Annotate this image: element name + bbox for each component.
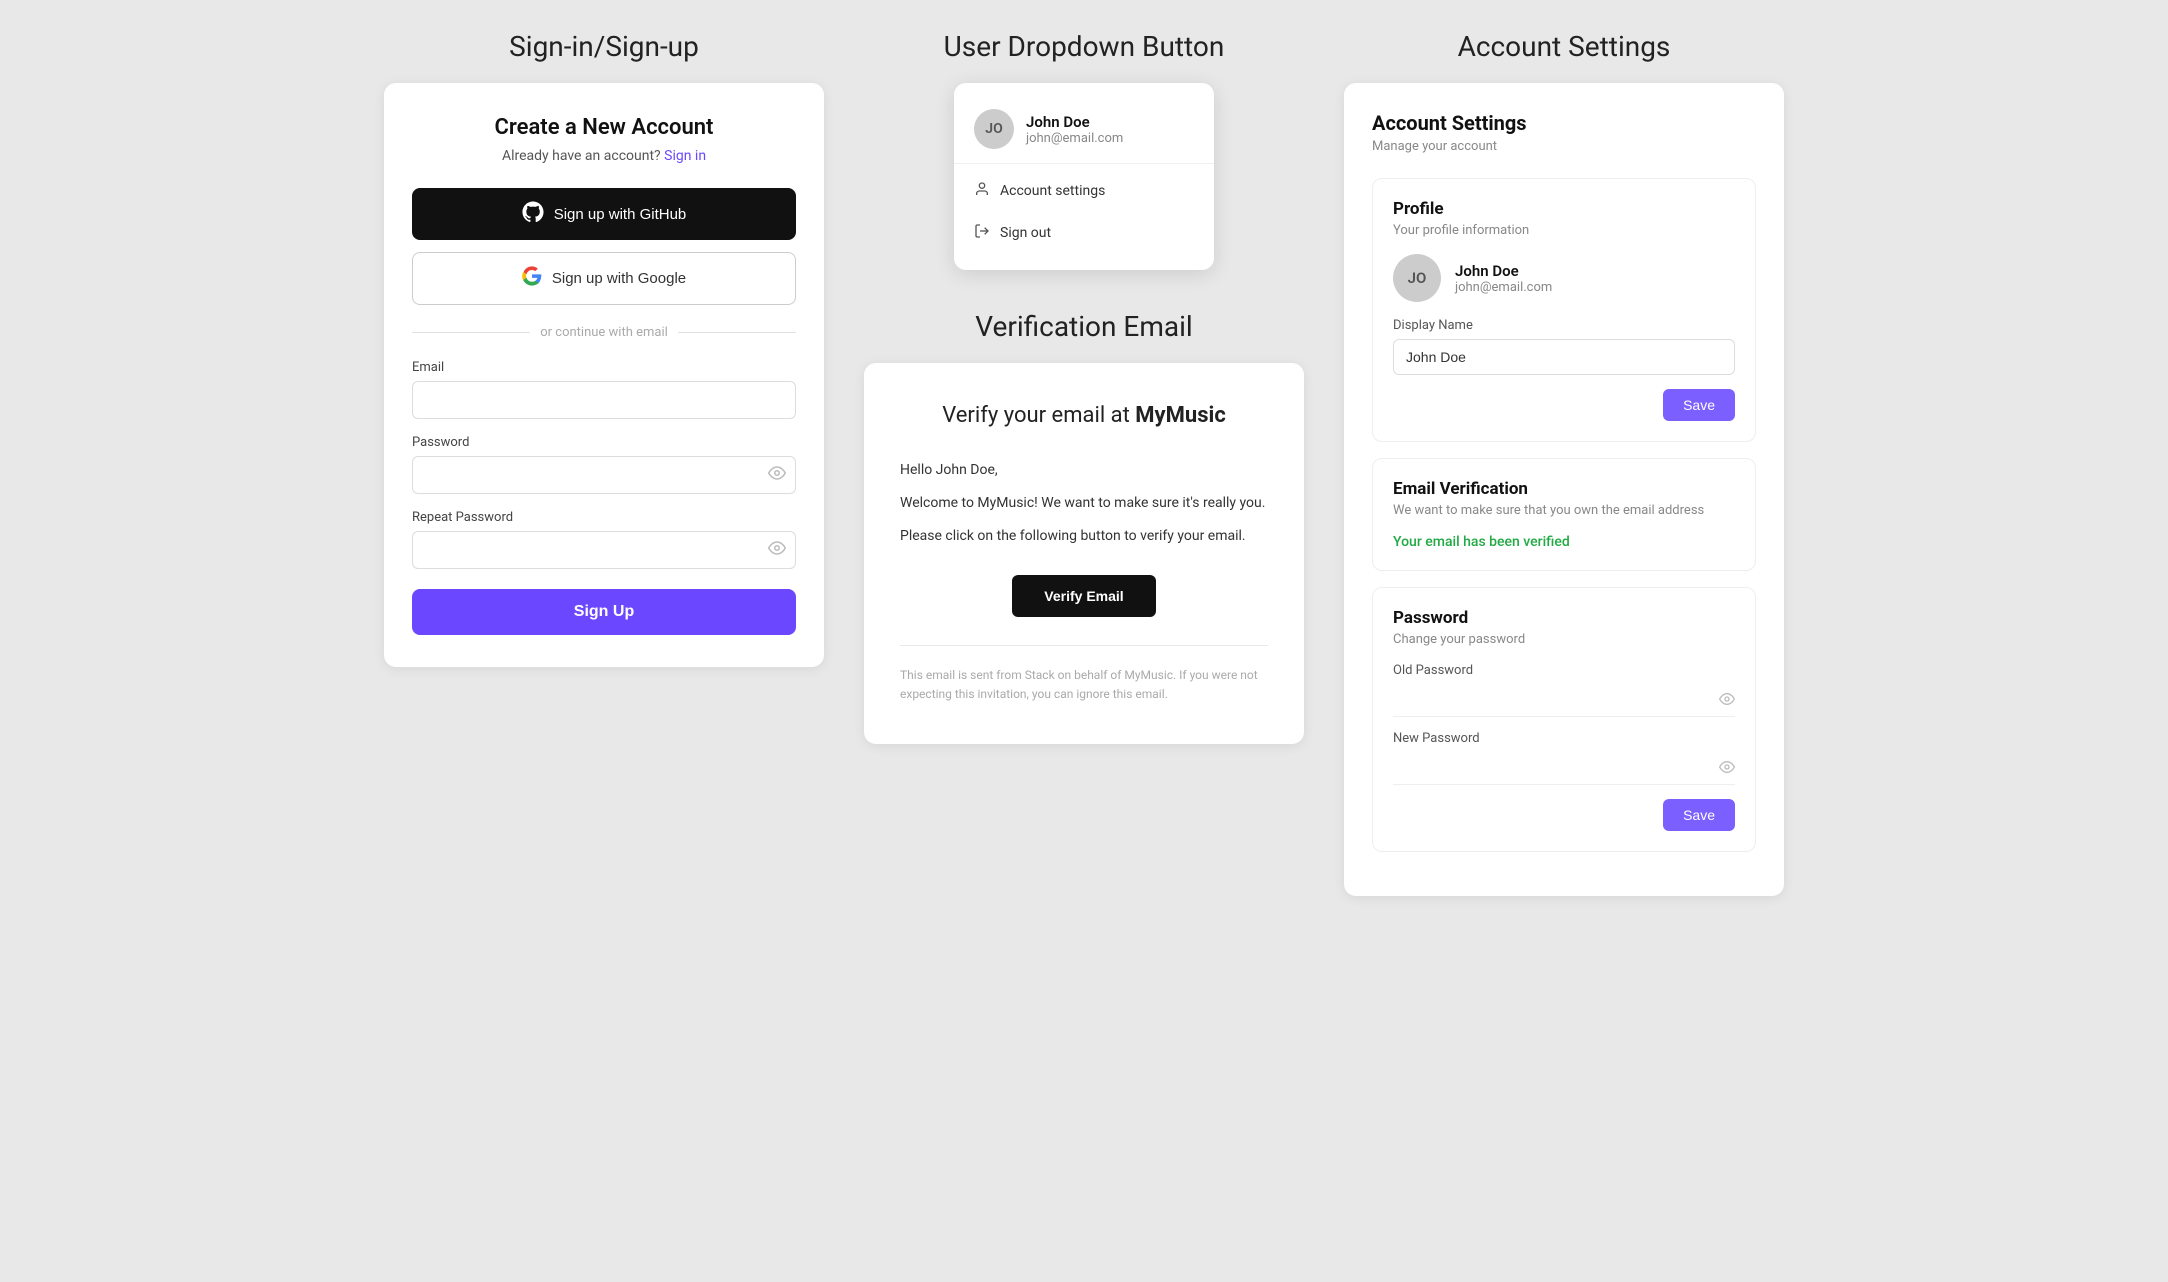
signin-link[interactable]: Sign in bbox=[664, 148, 706, 164]
new-password-label: New Password bbox=[1393, 731, 1735, 746]
email-label: Email bbox=[412, 360, 796, 375]
password-save-button[interactable]: Save bbox=[1663, 799, 1735, 831]
verification-section-title: Verification Email bbox=[864, 310, 1304, 343]
account-settings-menu-item[interactable]: Account settings bbox=[954, 170, 1214, 212]
sign-out-label: Sign out bbox=[1000, 225, 1051, 241]
dropdown-section: JO John Doe john@email.com Account setti… bbox=[864, 83, 1304, 744]
profile-section-desc: Your profile information bbox=[1393, 223, 1735, 238]
user-info-row: JO John Doe john@email.com bbox=[954, 99, 1214, 164]
password-section: Password Change your password Old Passwo… bbox=[1372, 587, 1756, 852]
signup-column: Sign-in/Sign-up Create a New Account Alr… bbox=[384, 30, 824, 896]
account-card-subtitle: Manage your account bbox=[1372, 139, 1756, 154]
profile-user-info: John Doe john@email.com bbox=[1455, 262, 1552, 295]
repeat-password-eye-icon[interactable] bbox=[768, 539, 786, 561]
repeat-password-input[interactable] bbox=[412, 531, 796, 569]
new-password-wrap bbox=[1393, 752, 1735, 785]
email-divider-line bbox=[900, 645, 1268, 646]
new-password-eye-icon[interactable] bbox=[1719, 759, 1735, 779]
email-input-wrap bbox=[412, 381, 796, 419]
password-eye-icon[interactable] bbox=[768, 464, 786, 486]
signup-button[interactable]: Sign Up bbox=[412, 589, 796, 635]
verified-status: Your email has been verified bbox=[1393, 534, 1735, 550]
password-input-wrap bbox=[412, 456, 796, 494]
verification-section: Verification Email Verify your email at … bbox=[864, 310, 1304, 744]
email-card: Verify your email at MyMusic Hello John … bbox=[864, 363, 1304, 744]
sign-out-menu-item[interactable]: Sign out bbox=[954, 212, 1214, 254]
signup-card: Create a New Account Already have an acc… bbox=[384, 83, 824, 667]
email-greeting: Hello John Doe, bbox=[900, 460, 1268, 481]
email-body-line2: Please click on the following button to … bbox=[900, 526, 1268, 547]
old-password-wrap bbox=[1393, 684, 1735, 717]
account-settings-column: Account Settings Account Settings Manage… bbox=[1344, 30, 1784, 896]
profile-name: John Doe bbox=[1455, 262, 1552, 280]
profile-row: JO John Doe john@email.com bbox=[1393, 254, 1735, 302]
signout-icon bbox=[974, 223, 990, 243]
email-verification-section: Email Verification We want to make sure … bbox=[1372, 458, 1756, 571]
google-icon bbox=[522, 266, 542, 291]
account-settings-card: Account Settings Manage your account Pro… bbox=[1344, 83, 1784, 896]
google-signup-button[interactable]: Sign up with Google bbox=[412, 252, 796, 305]
new-password-input[interactable] bbox=[1393, 752, 1735, 785]
password-section-title: Password bbox=[1393, 608, 1735, 628]
person-icon bbox=[974, 181, 990, 201]
old-password-eye-icon[interactable] bbox=[1719, 691, 1735, 711]
account-card-title: Account Settings bbox=[1372, 111, 1756, 135]
password-section-desc: Change your password bbox=[1393, 632, 1735, 647]
old-password-input[interactable] bbox=[1393, 684, 1735, 717]
email-subject: Verify your email at MyMusic bbox=[900, 403, 1268, 428]
avatar: JO bbox=[974, 109, 1014, 149]
account-settings-column-title: Account Settings bbox=[1344, 30, 1784, 63]
signup-card-title: Create a New Account bbox=[412, 115, 796, 140]
dropdown-column-title: User Dropdown Button bbox=[864, 30, 1304, 63]
github-icon bbox=[522, 201, 544, 227]
verify-button-wrap: Verify Email bbox=[900, 575, 1268, 617]
password-label: Password bbox=[412, 435, 796, 450]
email-footer: This email is sent from Stack on behalf … bbox=[900, 666, 1268, 704]
profile-email: john@email.com bbox=[1455, 280, 1552, 295]
profile-section-title: Profile bbox=[1393, 199, 1735, 219]
user-dropdown-card: JO John Doe john@email.com Account setti… bbox=[954, 83, 1214, 270]
user-email: john@email.com bbox=[1026, 131, 1123, 146]
profile-avatar: JO bbox=[1393, 254, 1441, 302]
middle-column: User Dropdown Button JO John Doe john@em… bbox=[864, 30, 1304, 896]
user-details: John Doe john@email.com bbox=[1026, 113, 1123, 146]
email-divider: or continue with email bbox=[412, 325, 796, 340]
account-card-header: Account Settings Manage your account bbox=[1372, 111, 1756, 154]
display-name-label: Display Name bbox=[1393, 318, 1735, 333]
signup-column-title: Sign-in/Sign-up bbox=[384, 30, 824, 63]
email-input[interactable] bbox=[412, 381, 796, 419]
password-input[interactable] bbox=[412, 456, 796, 494]
account-settings-label: Account settings bbox=[1000, 183, 1105, 199]
profile-section: Profile Your profile information JO John… bbox=[1372, 178, 1756, 442]
email-verification-desc: We want to make sure that you own the em… bbox=[1393, 503, 1735, 518]
user-name: John Doe bbox=[1026, 113, 1123, 131]
repeat-password-label: Repeat Password bbox=[412, 510, 796, 525]
profile-save-row: Save bbox=[1393, 389, 1735, 421]
repeat-password-input-wrap bbox=[412, 531, 796, 569]
email-body-line1: Welcome to MyMusic! We want to make sure… bbox=[900, 493, 1268, 514]
display-name-input[interactable] bbox=[1393, 339, 1735, 375]
signup-already-text: Already have an account? Sign in bbox=[412, 148, 796, 164]
github-signup-button[interactable]: Sign up with GitHub bbox=[412, 188, 796, 240]
old-password-label: Old Password bbox=[1393, 663, 1735, 678]
verify-email-button[interactable]: Verify Email bbox=[1012, 575, 1155, 617]
password-save-row: Save bbox=[1393, 799, 1735, 831]
app-name: MyMusic bbox=[1135, 403, 1226, 428]
profile-save-button[interactable]: Save bbox=[1663, 389, 1735, 421]
email-verification-title: Email Verification bbox=[1393, 479, 1735, 499]
